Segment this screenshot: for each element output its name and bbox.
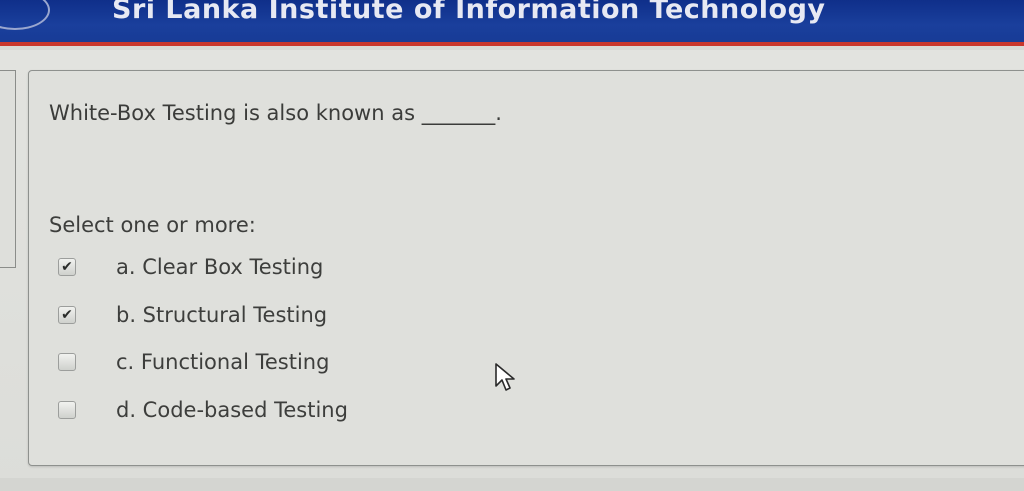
checkmark-icon: ✔ bbox=[61, 307, 73, 323]
option-c[interactable]: c. Functional Testing bbox=[58, 347, 458, 377]
option-d-label[interactable]: d. Code-based Testing bbox=[116, 398, 348, 422]
site-title: Sri Lanka Institute of Information Techn… bbox=[112, 0, 826, 25]
side-panel bbox=[0, 70, 16, 268]
option-a-label[interactable]: a. Clear Box Testing bbox=[116, 255, 323, 279]
option-c-label[interactable]: c. Functional Testing bbox=[116, 350, 329, 374]
option-b-label[interactable]: b. Structural Testing bbox=[116, 303, 327, 327]
option-a-checkbox[interactable]: ✔ bbox=[58, 258, 76, 276]
answer-prompt: Select one or more: bbox=[49, 213, 256, 237]
option-b[interactable]: ✔ b. Structural Testing bbox=[58, 300, 458, 330]
option-d-checkbox[interactable] bbox=[58, 401, 76, 419]
page-footer-strip bbox=[0, 478, 1024, 491]
question-text: White-Box Testing is also known as _____… bbox=[49, 101, 502, 125]
option-b-checkbox[interactable]: ✔ bbox=[58, 306, 76, 324]
option-d[interactable]: d. Code-based Testing bbox=[58, 395, 458, 425]
option-a[interactable]: ✔ a. Clear Box Testing bbox=[58, 252, 458, 282]
checkmark-icon: ✔ bbox=[61, 259, 73, 275]
institute-logo bbox=[0, 0, 50, 30]
mouse-pointer-icon bbox=[495, 363, 515, 391]
option-c-checkbox[interactable] bbox=[58, 353, 76, 371]
site-header: Sri Lanka Institute of Information Techn… bbox=[0, 0, 1024, 46]
